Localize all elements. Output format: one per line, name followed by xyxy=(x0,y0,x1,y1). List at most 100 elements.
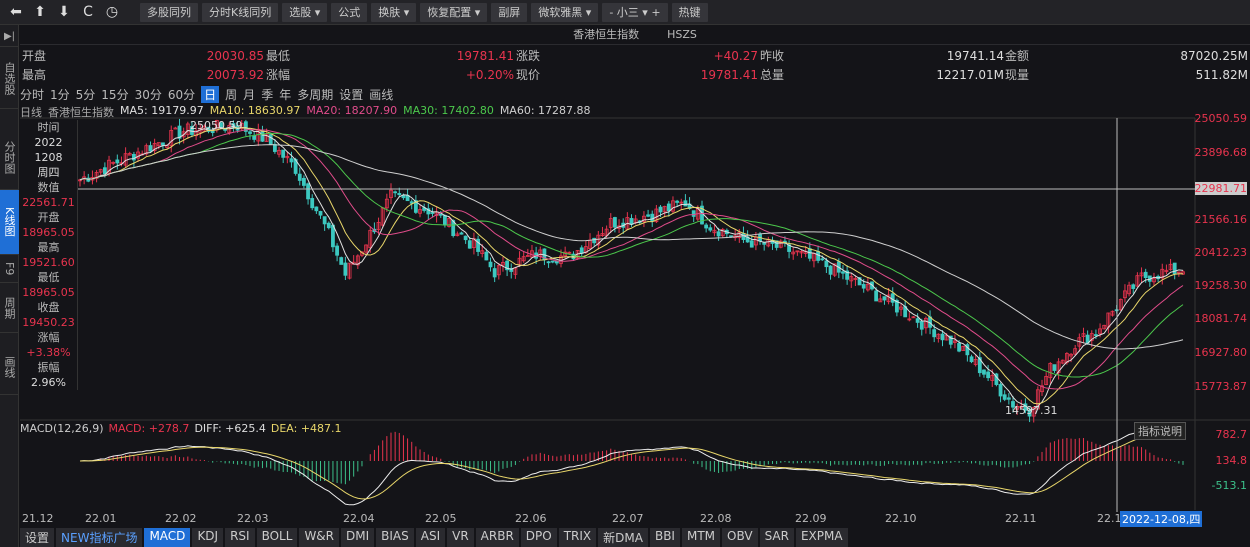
candle xyxy=(430,212,435,214)
info-row: 2.96% xyxy=(31,376,66,389)
ma-line-30 xyxy=(79,132,1184,378)
info-row: 19450.23 xyxy=(22,316,75,329)
info-row: 1208 xyxy=(34,151,63,164)
time-axis-label: 22.07 xyxy=(612,512,644,525)
time-axis-label: 22.09 xyxy=(795,512,827,525)
candle xyxy=(629,218,634,225)
candle xyxy=(940,333,945,341)
candle xyxy=(443,215,447,226)
indicator-tab[interactable]: OBV xyxy=(722,528,758,547)
candle xyxy=(969,356,974,363)
candle xyxy=(322,216,327,225)
indicator-tab[interactable]: BOLL xyxy=(256,528,298,547)
candle xyxy=(289,158,294,163)
candle xyxy=(248,131,252,134)
candle xyxy=(749,240,754,248)
candle xyxy=(310,198,315,209)
candle xyxy=(393,191,398,194)
macd-value: MACD: +278.7 xyxy=(108,422,190,435)
diff-line xyxy=(79,429,1184,506)
price-axis-label: 23896.68 xyxy=(1194,146,1248,159)
candle xyxy=(816,251,820,261)
candle xyxy=(272,143,277,152)
ma-line-10 xyxy=(79,127,1184,405)
candle xyxy=(982,369,986,375)
candle xyxy=(729,235,733,238)
candle xyxy=(1052,364,1057,371)
indicator-tab[interactable]: W&R xyxy=(299,528,339,547)
price-axis-label: 18081.74 xyxy=(1194,312,1248,325)
time-axis-label: 22.06 xyxy=(515,512,547,525)
high-annotation: 25050.59 xyxy=(190,119,243,132)
low-annotation: 14597.31 xyxy=(1005,404,1058,417)
indicator-tab[interactable]: SAR xyxy=(759,528,794,547)
indicator-tab[interactable]: ASI xyxy=(415,528,446,547)
macd-axis-label: 782.7 xyxy=(1215,428,1248,441)
time-axis-label: 22.04 xyxy=(343,512,375,525)
candle xyxy=(915,318,920,323)
candle xyxy=(762,242,767,245)
candle xyxy=(488,261,493,268)
info-row: 数值 xyxy=(37,181,60,194)
candle xyxy=(683,200,688,207)
indicator-tab[interactable]: RSI xyxy=(225,528,255,547)
info-row: 周四 xyxy=(37,166,60,179)
candle xyxy=(459,232,464,235)
price-axis-label: 15773.87 xyxy=(1194,380,1248,393)
indicator-tab[interactable]: MACD xyxy=(144,528,191,547)
indicator-tab[interactable]: DMI xyxy=(341,528,375,547)
indicator-tab[interactable]: TRIX xyxy=(558,528,597,547)
info-row: 22561.71 xyxy=(22,196,75,209)
indicator-tab[interactable]: NEW指标广场 xyxy=(56,528,143,547)
candle xyxy=(998,384,1003,397)
time-axis-label: 22.05 xyxy=(425,512,457,525)
candle xyxy=(613,217,617,228)
indicator-tab[interactable]: EXPMA xyxy=(795,528,848,547)
kline-chart[interactable] xyxy=(0,0,1250,547)
crosshair-date-label: 2022-12-08,四 xyxy=(1120,511,1203,527)
info-row: 时间 xyxy=(37,121,60,134)
info-row: 开盘 xyxy=(37,211,60,224)
time-axis-label: 22.10 xyxy=(885,512,917,525)
indicator-tab[interactable]: 新DMA xyxy=(598,528,648,547)
indicator-tab[interactable]: ARBR xyxy=(475,528,519,547)
candle xyxy=(281,149,286,158)
candle xyxy=(546,261,551,264)
candle xyxy=(1002,394,1007,400)
indicator-tab[interactable]: KDJ xyxy=(192,528,224,547)
macd-title: MACD(12,26,9) xyxy=(20,422,104,435)
info-row: 振幅 xyxy=(37,361,60,374)
candle xyxy=(484,251,489,261)
candle xyxy=(467,240,472,249)
info-row: 2022 xyxy=(34,136,63,149)
price-axis-label: 25050.59 xyxy=(1194,112,1248,125)
candle xyxy=(919,320,924,330)
dea-value: DEA: +487.1 xyxy=(270,422,342,435)
indicator-tab[interactable]: DPO xyxy=(520,528,557,547)
price-axis-label: 21566.16 xyxy=(1194,213,1248,226)
candle xyxy=(161,142,165,146)
indicator-tab[interactable]: BBI xyxy=(649,528,680,547)
macd-legend: MACD(12,26,9) MACD: +278.7 DIFF: +625.4 … xyxy=(20,422,342,435)
candle xyxy=(306,183,310,200)
price-axis-label: 16927.80 xyxy=(1194,346,1248,359)
candle xyxy=(675,200,680,203)
price-axis-label: 22981.71 xyxy=(1194,182,1247,195)
indicator-tab[interactable]: BIAS xyxy=(376,528,414,547)
candle xyxy=(331,224,335,248)
candle xyxy=(646,214,650,217)
candle xyxy=(115,159,120,164)
candle xyxy=(861,284,866,289)
indicator-tab[interactable]: MTM xyxy=(681,528,721,547)
indicator-tab[interactable]: 设置 xyxy=(20,528,55,547)
time-axis-label: 22.08 xyxy=(700,512,732,525)
indicator-tab[interactable]: VR xyxy=(447,528,474,547)
ma-line-20 xyxy=(79,128,1184,390)
indicator-help-button[interactable]: 指标说明 xyxy=(1134,422,1186,440)
candle xyxy=(318,211,323,216)
candle xyxy=(874,290,879,302)
info-row: 收盘 xyxy=(37,301,60,314)
info-row: 最高 xyxy=(37,241,60,254)
time-axis-label: 22.03 xyxy=(237,512,269,525)
candle xyxy=(397,193,402,196)
